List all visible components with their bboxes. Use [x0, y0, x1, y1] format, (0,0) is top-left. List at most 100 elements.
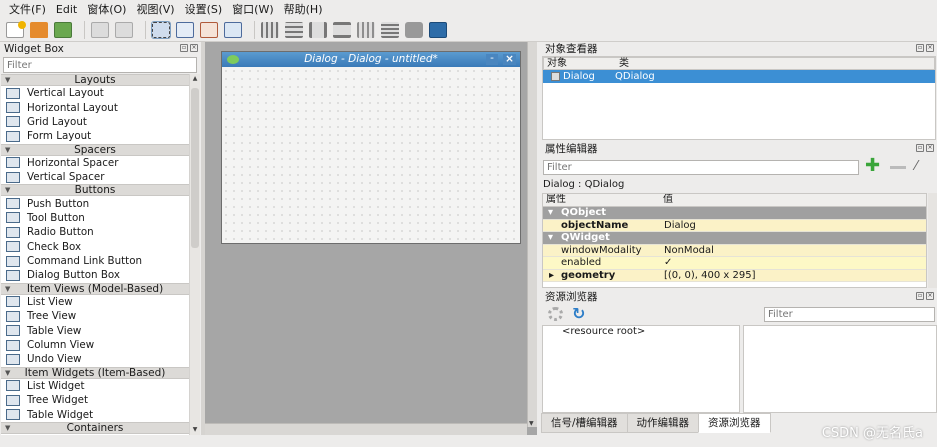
- configure-icon[interactable]: ⁄: [915, 159, 931, 175]
- scroll-down-icon[interactable]: ▼: [191, 426, 199, 434]
- add-icon[interactable]: ✚: [865, 157, 881, 175]
- edit-tab-order-icon[interactable]: [224, 22, 242, 38]
- save-icon[interactable]: [54, 22, 72, 38]
- menu-form[interactable]: 窗体(O): [82, 0, 131, 19]
- close-icon[interactable]: ×: [926, 144, 934, 152]
- expand-arrow-icon[interactable]: ▼: [5, 284, 10, 294]
- property-row[interactable]: enabled ✓: [543, 257, 926, 270]
- minimize-icon[interactable]: -: [486, 53, 498, 65]
- expand-arrow-icon[interactable]: ▼: [5, 368, 10, 378]
- lay-out-form-icon[interactable]: [381, 22, 399, 38]
- lay-out-grid-icon[interactable]: [357, 22, 375, 38]
- expand-arrow-icon[interactable]: ▼: [5, 185, 10, 195]
- widget-filter-input[interactable]: [3, 57, 197, 73]
- resource-root[interactable]: <resource root>: [543, 326, 739, 337]
- paste-icon[interactable]: [115, 22, 133, 38]
- property-row[interactable]: ▾ QWidget: [543, 232, 926, 245]
- property-value[interactable]: Dialog: [660, 220, 926, 232]
- widget-item[interactable]: Undo View: [1, 352, 189, 366]
- reload-icon[interactable]: ↻: [572, 306, 588, 322]
- widget-item[interactable]: Horizontal Layout: [1, 100, 189, 114]
- dialog-canvas-grid[interactable]: [222, 67, 520, 243]
- property-value[interactable]: [660, 207, 926, 219]
- widget-item[interactable]: Table View: [1, 323, 189, 337]
- property-filter-input[interactable]: [543, 160, 859, 175]
- widget-item[interactable]: Grid Layout: [1, 115, 189, 129]
- scrollbar-thumb[interactable]: [191, 88, 199, 248]
- property-scrollbar[interactable]: [928, 193, 937, 288]
- float-icon[interactable]: ▫: [916, 292, 924, 300]
- property-row[interactable]: ▾ QObject: [543, 207, 926, 220]
- collapse-arrow-icon[interactable]: ▾: [548, 232, 553, 245]
- property-value[interactable]: ✓: [660, 257, 926, 269]
- float-icon[interactable]: ▫: [916, 144, 924, 152]
- float-icon[interactable]: ▫: [916, 44, 924, 52]
- menu-view[interactable]: 视图(V): [131, 0, 179, 19]
- remove-icon[interactable]: [890, 166, 906, 169]
- scroll-down-icon[interactable]: ▼: [529, 420, 534, 427]
- widget-item[interactable]: Command Link Button: [1, 254, 189, 268]
- dialog-form[interactable]: Dialog - Dialog - untitled* - ×: [221, 51, 521, 244]
- category-header[interactable]: ▼ Item Views (Model-Based): [1, 282, 189, 295]
- adjust-size-icon[interactable]: [429, 22, 447, 38]
- widget-item[interactable]: Table Widget: [1, 407, 189, 421]
- widget-item[interactable]: Dialog Button Box: [1, 268, 189, 282]
- property-row[interactable]: windowModality NonModal: [543, 244, 926, 257]
- tab-resource-browser[interactable]: 资源浏览器: [698, 413, 771, 433]
- close-icon[interactable]: ×: [926, 44, 934, 52]
- widget-item[interactable]: Vertical Layout: [1, 86, 189, 100]
- edit-widgets-icon[interactable]: [151, 21, 171, 39]
- copy-icon[interactable]: [91, 22, 109, 38]
- category-header[interactable]: ▼ Spacers: [1, 143, 189, 156]
- mdi-scrollbar[interactable]: ▼: [527, 42, 537, 427]
- edit-buddies-icon[interactable]: [200, 22, 218, 38]
- edit-signals-slots-icon[interactable]: [176, 22, 194, 38]
- widget-item[interactable]: Tree View: [1, 309, 189, 323]
- menu-edit[interactable]: Edit: [51, 0, 82, 19]
- category-header[interactable]: ▼ Containers: [1, 421, 189, 434]
- tab-action-editor[interactable]: 动作编辑器: [626, 413, 700, 433]
- widget-item[interactable]: Horizontal Spacer: [1, 156, 189, 170]
- widget-item[interactable]: Tree Widget: [1, 393, 189, 407]
- collapse-arrow-icon[interactable]: ▾: [548, 207, 553, 220]
- property-row[interactable]: ▸ geometry [(0, 0), 400 x 295]: [543, 269, 926, 283]
- menu-settings[interactable]: 设置(S): [180, 0, 228, 19]
- category-header[interactable]: ▼ Buttons: [1, 184, 189, 197]
- menu-help[interactable]: 帮助(H): [279, 0, 328, 19]
- scroll-up-icon[interactable]: ▲: [191, 75, 199, 83]
- menu-file[interactable]: 文件(F): [4, 0, 51, 19]
- widget-item[interactable]: Form Layout: [1, 129, 189, 143]
- property-row[interactable]: objectName Dialog: [543, 219, 926, 232]
- lay-out-vertically-icon[interactable]: [285, 22, 303, 38]
- property-value[interactable]: NonModal: [660, 245, 926, 257]
- property-value[interactable]: [(0, 0), 400 x 295]: [660, 270, 926, 282]
- property-value[interactable]: [660, 232, 926, 244]
- category-header[interactable]: ▼ Layouts: [1, 74, 189, 86]
- expand-arrow-icon[interactable]: ▼: [5, 75, 10, 85]
- break-layout-icon[interactable]: [405, 22, 423, 38]
- widget-item[interactable]: Check Box: [1, 240, 189, 254]
- widget-item[interactable]: Vertical Spacer: [1, 170, 189, 184]
- expand-arrow-icon[interactable]: ▸: [549, 270, 554, 283]
- widget-item[interactable]: Tool Button: [1, 211, 189, 225]
- mdi-hscrollbar[interactable]: [205, 423, 527, 435]
- widget-item[interactable]: Radio Button: [1, 225, 189, 239]
- close-icon[interactable]: ×: [190, 44, 198, 52]
- lay-out-horizontally-icon[interactable]: [261, 22, 279, 38]
- menu-window[interactable]: 窗口(W): [227, 0, 278, 19]
- resource-filter-input[interactable]: [764, 307, 935, 322]
- splitter-horizontal-icon[interactable]: [309, 22, 327, 38]
- object-tree-row[interactable]: Dialog QDialog: [543, 70, 935, 83]
- edit-resources-icon[interactable]: [548, 307, 563, 321]
- dialog-title-bar[interactable]: Dialog - Dialog - untitled* - ×: [222, 52, 520, 67]
- widget-item[interactable]: List View: [1, 295, 189, 309]
- close-icon[interactable]: ×: [503, 54, 516, 65]
- widget-item[interactable]: Column View: [1, 338, 189, 352]
- close-icon[interactable]: ×: [926, 292, 934, 300]
- float-icon[interactable]: ▫: [180, 44, 188, 52]
- tab-signal-slot-editor[interactable]: 信号/槽编辑器: [541, 413, 628, 433]
- expand-arrow-icon[interactable]: ▼: [5, 145, 10, 155]
- expand-arrow-icon[interactable]: ▼: [5, 423, 10, 433]
- widget-list-scrollbar[interactable]: ▲ ▼: [189, 74, 200, 435]
- splitter[interactable]: [201, 42, 205, 435]
